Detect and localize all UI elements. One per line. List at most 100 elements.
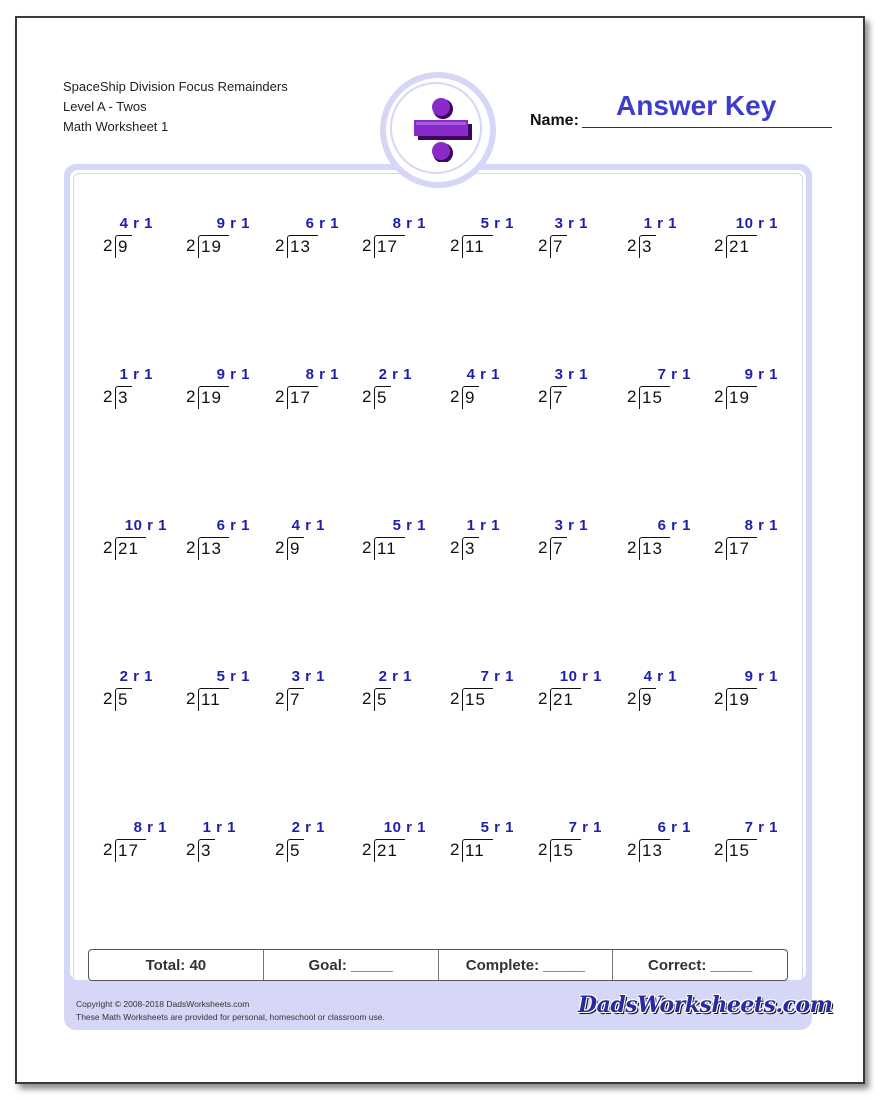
division-bracket <box>639 537 670 560</box>
divisor: 2 <box>450 387 460 406</box>
division-bracket <box>198 688 229 711</box>
division-bracket <box>462 235 493 258</box>
name-field: Name: Answer Key <box>530 90 832 130</box>
name-underline <box>582 127 832 128</box>
divisor: 2 <box>450 236 460 255</box>
division-bracket <box>287 688 304 711</box>
division-bracket <box>639 688 656 711</box>
divisor: 2 <box>186 840 196 859</box>
answer: 2 r 1 <box>119 668 153 685</box>
division-problem: 273 r 1 <box>538 517 618 567</box>
divisor: 2 <box>275 538 285 557</box>
division-problem: 2 15 7 r 1 <box>450 668 530 718</box>
divisor: 2 <box>103 538 113 557</box>
division-bracket <box>726 537 757 560</box>
division-problem: 2 13 6 r 1 <box>275 215 355 265</box>
worksheet-number: Math Worksheet 1 <box>63 119 169 134</box>
division-sign-icon <box>414 98 472 162</box>
division-bracket <box>462 386 479 409</box>
divisor: 2 <box>186 387 196 406</box>
score-total: Total: 40 <box>89 950 264 980</box>
division-problem: 2 19 9 r 1 <box>186 215 266 265</box>
divisor: 2 <box>627 840 637 859</box>
divisor: 2 <box>714 236 724 255</box>
division-problem: 252 r 1 <box>103 668 183 718</box>
division-problem: 294 r 1 <box>450 366 530 416</box>
divisor: 2 <box>627 538 637 557</box>
division-problem: 2 19 9 r 1 <box>186 366 266 416</box>
answer: 10 r 1 <box>383 819 426 836</box>
division-bracket <box>550 386 567 409</box>
answer: 1 r 1 <box>202 819 236 836</box>
divisor: 2 <box>714 538 724 557</box>
divisor: 2 <box>538 236 548 255</box>
division-problem: 2 11 5 r 1 <box>450 215 530 265</box>
answer: 4 r 1 <box>291 517 325 534</box>
division-bracket <box>726 386 757 409</box>
divisor: 2 <box>362 387 372 406</box>
division-problem: 252 r 1 <box>275 819 355 869</box>
answer: 4 r 1 <box>643 668 677 685</box>
divisor: 2 <box>275 840 285 859</box>
answer: 2 r 1 <box>378 366 412 383</box>
division-problem: 2 15 7 r 1 <box>714 819 794 869</box>
answer: 10 r 1 <box>124 517 167 534</box>
division-problem: 2 13 6 r 1 <box>627 517 707 567</box>
divisor: 2 <box>362 236 372 255</box>
divisor: 2 <box>538 840 548 859</box>
division-bracket <box>287 537 304 560</box>
divisor: 2 <box>538 387 548 406</box>
answer: 7 r 1 <box>744 819 778 836</box>
divisor: 2 <box>450 538 460 557</box>
name-label: Name: <box>530 112 579 129</box>
answer: 1 r 1 <box>643 215 677 232</box>
division-bracket <box>550 235 567 258</box>
score-correct: Correct: _____ <box>648 956 753 974</box>
division-bracket <box>198 235 229 258</box>
divisor: 2 <box>103 236 113 255</box>
division-problem: 252 r 1 <box>362 366 442 416</box>
copyright: Copyright © 2008-2018 DadsWorksheets.com <box>76 999 250 1009</box>
division-problem: 2 17 8 r 1 <box>275 366 355 416</box>
answer: 3 r 1 <box>554 215 588 232</box>
division-problem: 2 13 6 r 1 <box>186 517 266 567</box>
division-problem: 2 21 10 r 1 <box>538 668 618 718</box>
divisor: 2 <box>275 236 285 255</box>
division-problem: 2 15 7 r 1 <box>538 819 618 869</box>
answer: 8 r 1 <box>744 517 778 534</box>
answer: 6 r 1 <box>305 215 339 232</box>
answer: 8 r 1 <box>392 215 426 232</box>
division-problem: 252 r 1 <box>362 668 442 718</box>
divisor: 2 <box>103 840 113 859</box>
answer: 5 r 1 <box>216 668 250 685</box>
division-bracket <box>198 537 229 560</box>
division-problem: 2 19 9 r 1 <box>714 366 794 416</box>
division-bracket <box>550 688 581 711</box>
score-goal: Goal: _____ <box>264 950 439 980</box>
divisor: 2 <box>450 840 460 859</box>
division-problem: 2 21 10 r 1 <box>714 215 794 265</box>
problems-frame <box>64 164 812 1030</box>
division-bracket <box>639 235 656 258</box>
division-problem: 231 r 1 <box>627 215 707 265</box>
divisor: 2 <box>450 689 460 708</box>
answer: 10 r 1 <box>735 215 778 232</box>
worksheet-title: SpaceShip Division Focus Remainders <box>63 79 288 94</box>
division-problem: 294 r 1 <box>275 517 355 567</box>
division-problem: 2 17 8 r 1 <box>362 215 442 265</box>
divisor: 2 <box>627 236 637 255</box>
divisor: 2 <box>362 538 372 557</box>
division-problem: 2 11 5 r 1 <box>450 819 530 869</box>
answer: 5 r 1 <box>392 517 426 534</box>
division-bracket <box>287 235 318 258</box>
worksheet-header: SpaceShip Division Focus Remainders Leve… <box>63 77 288 137</box>
score-bar: Total: 40 Goal: _____ Complete: _____ Co… <box>88 949 788 981</box>
logo-badge <box>380 72 496 188</box>
answer: 5 r 1 <box>480 819 514 836</box>
answer: 10 r 1 <box>559 668 602 685</box>
answer: 3 r 1 <box>554 366 588 383</box>
answer: 3 r 1 <box>554 517 588 534</box>
division-problem: 2 21 10 r 1 <box>362 819 442 869</box>
division-bracket <box>726 235 757 258</box>
division-bracket <box>462 537 479 560</box>
